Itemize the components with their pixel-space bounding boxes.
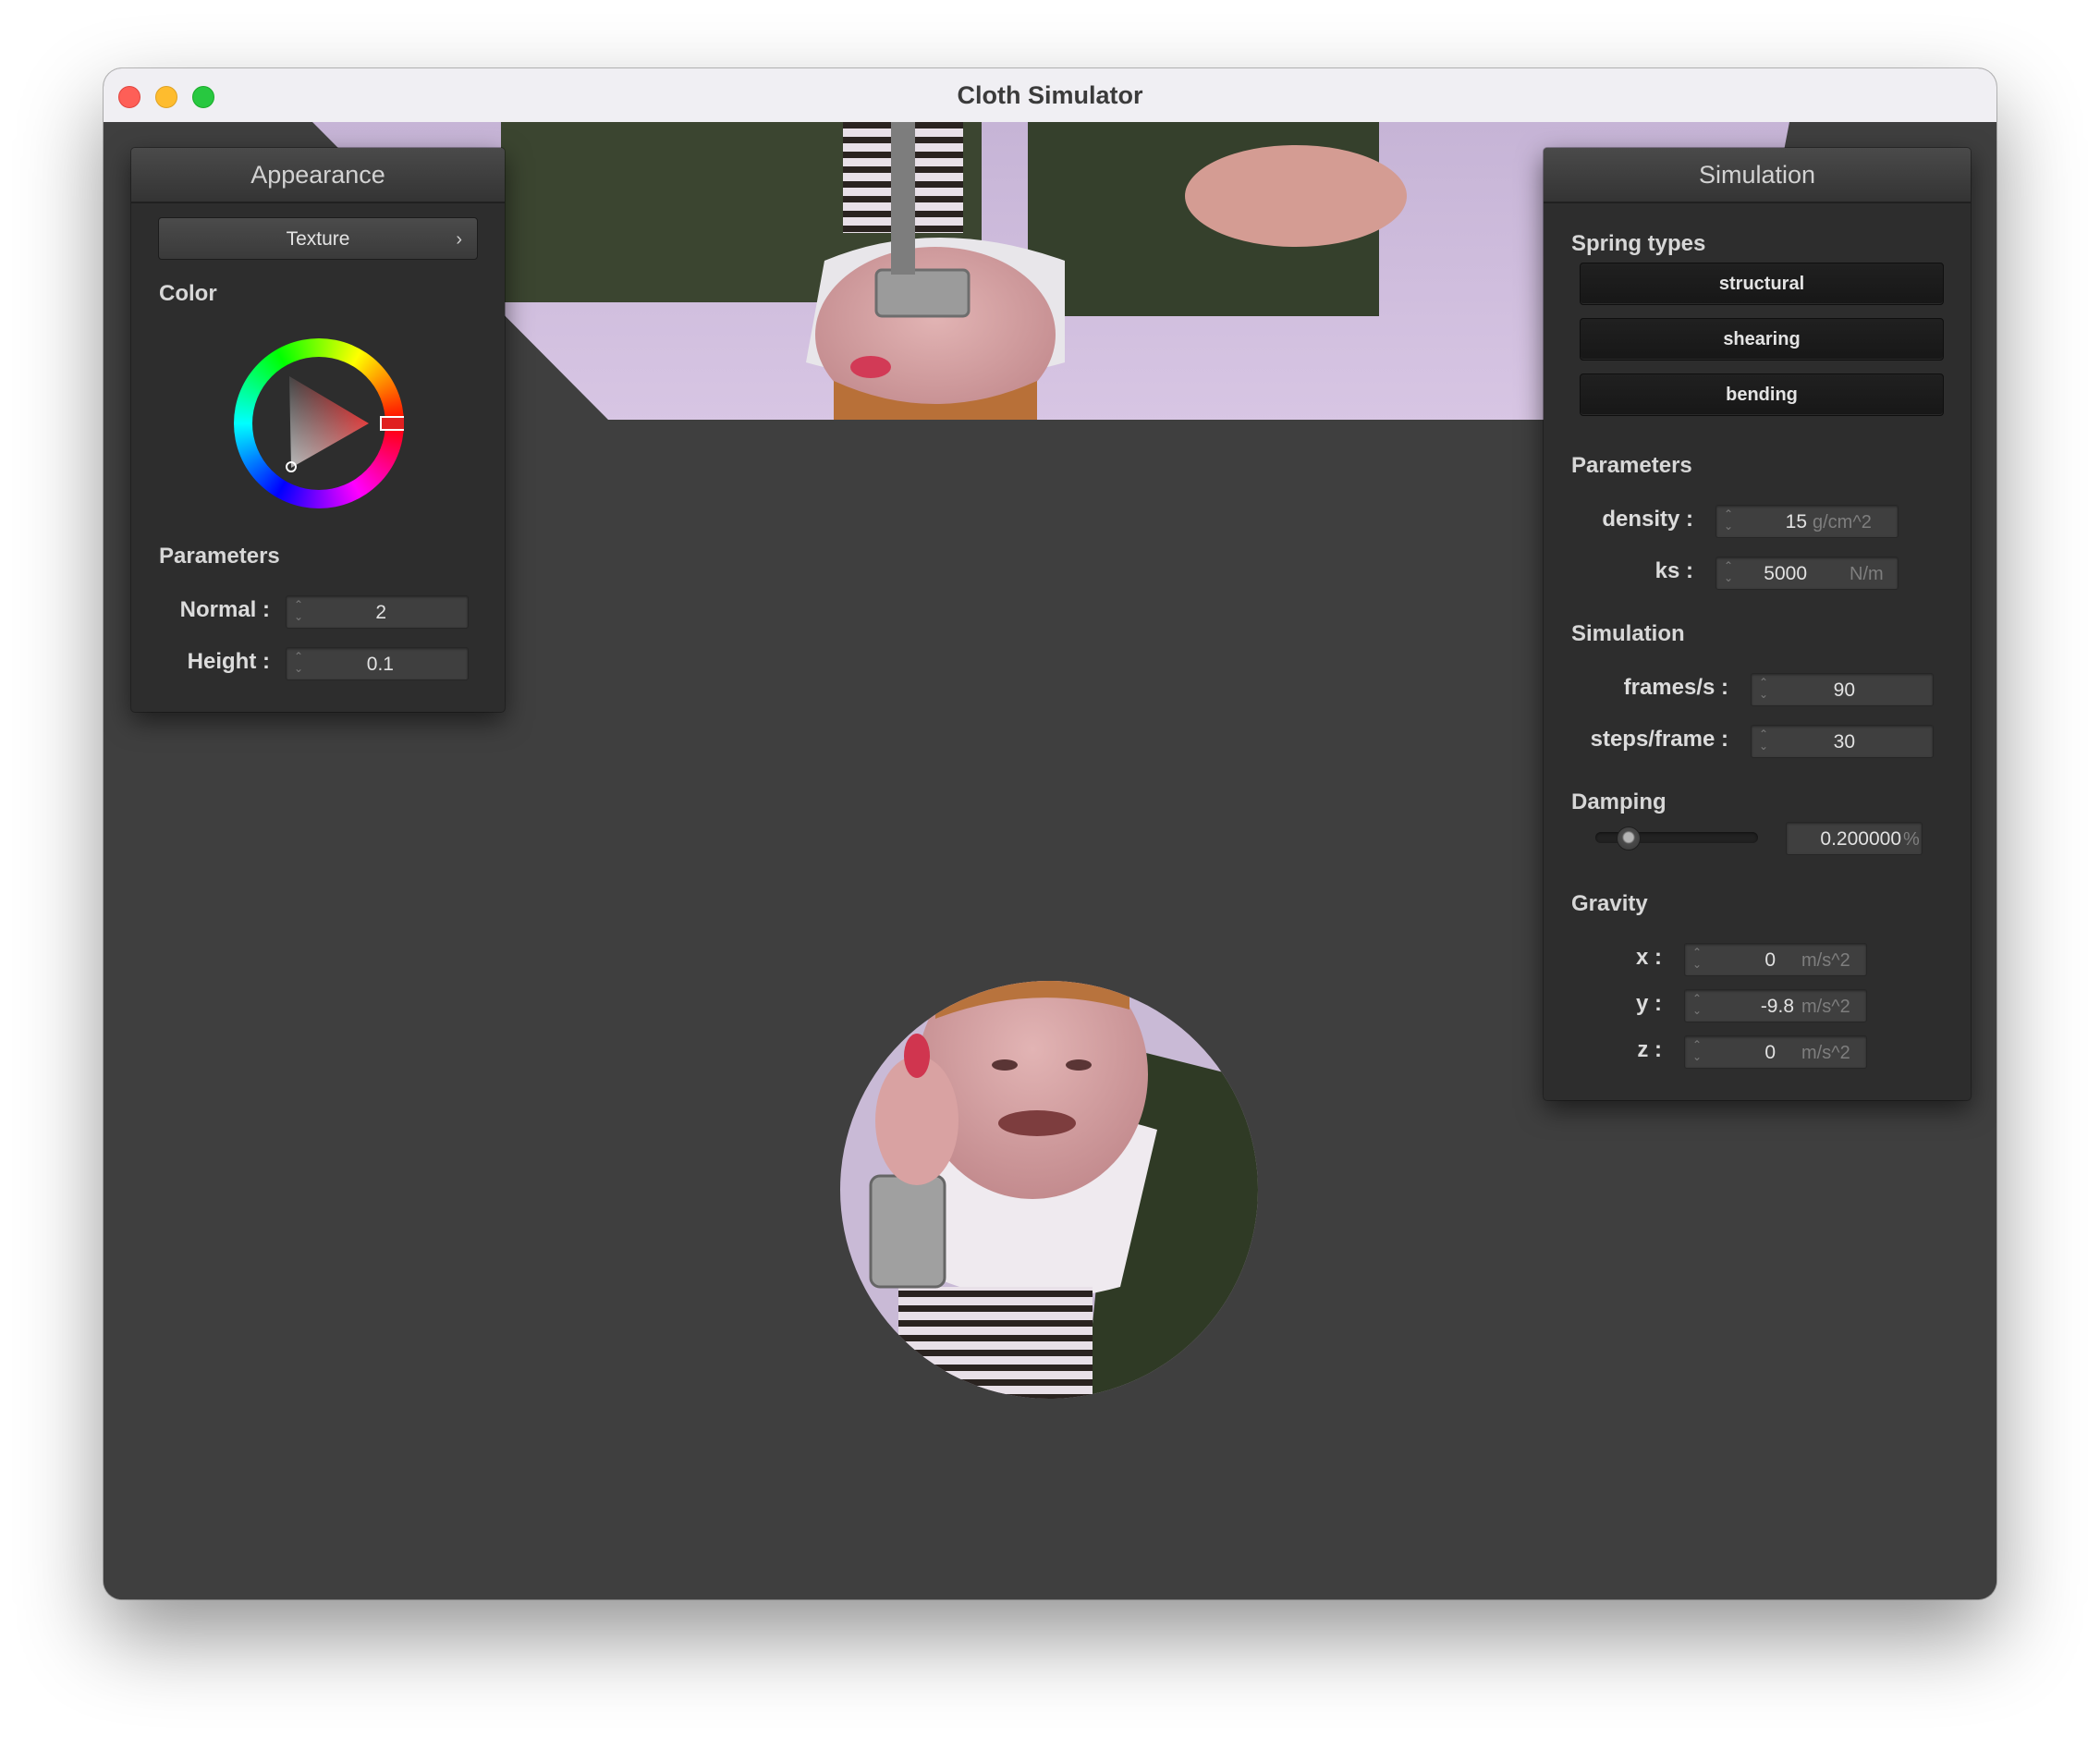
gravity-y-input[interactable]: ⌃ ⌄ -9.8 m/s^2 [1684, 989, 1867, 1022]
spring-types-label: Spring types [1571, 231, 1706, 256]
density-value: 15 [1785, 511, 1807, 532]
color-wheel[interactable] [234, 338, 404, 508]
gravity-z-unit: m/s^2 [1801, 1043, 1850, 1063]
density-unit: g/cm^2 [1813, 512, 1872, 532]
gravity-y-unit: m/s^2 [1801, 997, 1850, 1017]
gravity-x-label: x : [1635, 945, 1662, 970]
ks-label: ks : [1654, 558, 1693, 583]
window-title: Cloth Simulator [957, 81, 1143, 109]
damping-slider-knob[interactable] [1617, 826, 1642, 851]
simulation-parameters-label: Parameters [1571, 453, 1692, 478]
steps-label: steps/frame : [1590, 727, 1728, 752]
ks-unit: N/m [1850, 564, 1884, 584]
texture-button[interactable]: Texture › [158, 217, 478, 260]
hue-selector-handle [380, 416, 404, 431]
simulation-panel: Simulation Spring types structural shear… [1544, 148, 1971, 1100]
gravity-z-label: z : [1637, 1037, 1662, 1062]
density-label: density : [1602, 507, 1693, 532]
gravity-x-unit: m/s^2 [1801, 950, 1850, 971]
normal-value: 2 [375, 602, 386, 623]
texture-button-label: Texture [286, 228, 350, 250]
gravity-label: Gravity [1571, 891, 1648, 916]
gravity-z-value: 0 [1764, 1042, 1776, 1063]
normal-label: Normal : [179, 597, 270, 622]
damping-label: Damping [1571, 789, 1667, 814]
ks-input[interactable]: ⌃ ⌄ 5000 N/m [1715, 557, 1899, 590]
chevron-right-icon: › [456, 229, 462, 250]
collision-sphere [840, 981, 1258, 1399]
simulation-section-label: Simulation [1571, 621, 1685, 646]
app-window: Cloth Simulator Appearance Texture › Col… [104, 68, 1996, 1599]
appearance-panel: Appearance Texture › Color Parameters No… [131, 148, 505, 712]
structural-button[interactable]: structural [1580, 263, 1944, 305]
shearing-button[interactable]: shearing [1580, 318, 1944, 361]
gravity-x-input[interactable]: ⌃ ⌄ 0 m/s^2 [1684, 943, 1867, 976]
gravity-y-label: y : [1635, 991, 1662, 1016]
simulation-panel-title: Simulation [1544, 148, 1971, 203]
gravity-x-value: 0 [1764, 949, 1776, 971]
color-section-label: Color [159, 281, 217, 306]
frames-input[interactable]: ⌃ ⌄ 90 [1751, 673, 1934, 706]
frames-value: 90 [1833, 679, 1855, 701]
height-value: 0.1 [366, 654, 394, 675]
damping-input[interactable]: 0.200000 % [1786, 822, 1923, 855]
bending-button[interactable]: bending [1580, 373, 1944, 416]
steps-input[interactable]: ⌃ ⌄ 30 [1751, 725, 1934, 758]
gravity-z-input[interactable]: ⌃ ⌄ 0 m/s^2 [1684, 1035, 1867, 1069]
normal-input[interactable]: ⌃ ⌄ 2 [286, 595, 469, 629]
steps-value: 30 [1833, 731, 1855, 753]
appearance-panel-title: Appearance [131, 148, 505, 203]
simulation-viewport[interactable]: Appearance Texture › Color Parameters No… [104, 122, 1996, 1599]
frames-label: frames/s : [1623, 675, 1728, 700]
height-input[interactable]: ⌃ ⌄ 0.1 [286, 647, 469, 680]
damping-slider[interactable] [1595, 826, 1758, 851]
damping-unit: % [1903, 829, 1920, 850]
appearance-parameters-label: Parameters [159, 544, 280, 569]
damping-value: 0.200000 [1820, 828, 1901, 850]
title-bar: Cloth Simulator [104, 68, 1996, 123]
ks-value: 5000 [1764, 563, 1807, 584]
density-input[interactable]: ⌃ ⌄ 15 g/cm^2 [1715, 505, 1899, 538]
height-label: Height : [187, 649, 270, 674]
gravity-y-value: -9.8 [1760, 996, 1794, 1017]
